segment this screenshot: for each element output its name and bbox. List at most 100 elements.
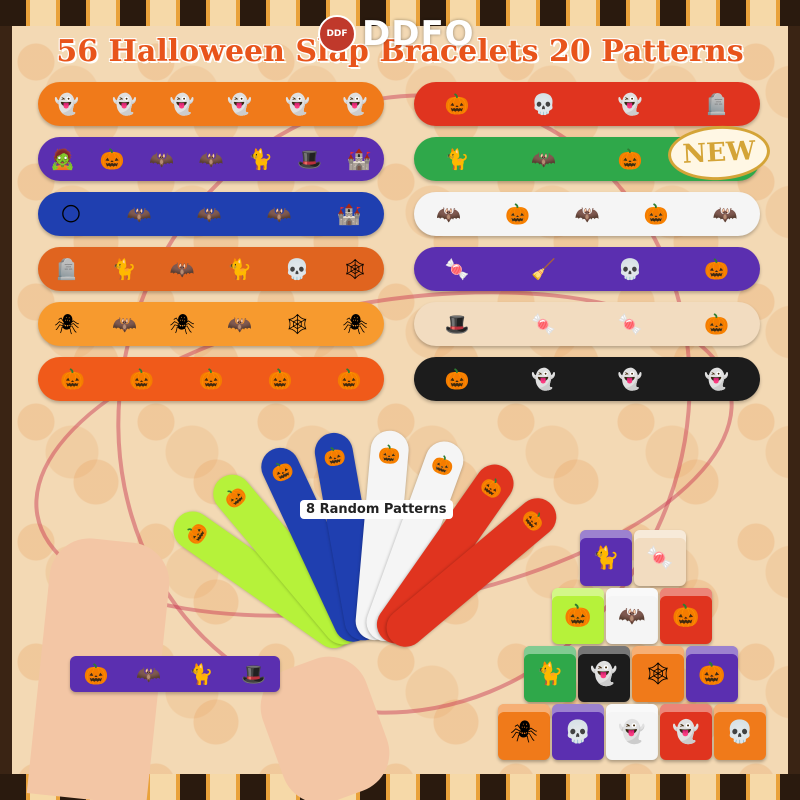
tombstone-icon: 🪦 — [54, 257, 80, 281]
spider-icon: 🕷 — [510, 719, 538, 745]
skull-icon: 💀 — [531, 92, 557, 116]
coiled-bracelet: 👻 — [606, 704, 658, 760]
random-patterns-label: 8 Random Patterns — [300, 500, 453, 519]
broom-icon: 🧹 — [531, 257, 557, 281]
pumpkin-icon: 🎃 — [428, 451, 457, 480]
bat-icon: 🦇 — [169, 257, 195, 281]
witch-hat-icon: 🎩 — [444, 312, 470, 336]
coiled-bracelet: 🕷 — [498, 704, 550, 760]
cat-icon: 🐈 — [536, 661, 564, 687]
ghost-icon: 👻 — [54, 92, 80, 116]
castle-icon: 🏰 — [336, 202, 362, 226]
pumpkin-icon: 🎃 — [505, 202, 531, 226]
skull-icon: 💀 — [726, 719, 754, 745]
worn-bracelet: 🎃 🦇 🐈 🎩 — [70, 656, 280, 692]
left-bracelet: 🕷 🦇 🕷 🦇 🕸 🕷 — [38, 302, 384, 346]
right-bracelet: 🍬 🧹 💀 🎃 — [414, 247, 760, 291]
ghost-icon: 👻 — [227, 92, 253, 116]
castle-icon: 🏰 — [346, 147, 372, 171]
pumpkin-face-icon: 🎃 — [267, 367, 293, 391]
left-border — [0, 26, 12, 774]
bat-icon: 🦇 — [112, 312, 137, 336]
ghost-icon: 👻 — [285, 92, 310, 116]
bat-icon: 🦇 — [531, 147, 557, 171]
witch-hat-icon: 🎩 — [297, 147, 323, 171]
ghost-icon: 👻 — [704, 367, 730, 391]
web-icon: 🕸 — [644, 661, 672, 687]
moon-icon: 🌕 — [60, 202, 82, 226]
coiled-bracelet: 💀 — [552, 704, 604, 760]
coiled-bracelet: 👻 — [578, 646, 630, 702]
spider-icon: 🕷 — [342, 312, 368, 336]
coiled-bracelet: 🕸 — [632, 646, 684, 702]
bat-icon: 🦇 — [136, 662, 162, 686]
cat-icon: 🐈 — [592, 545, 620, 571]
coiled-bracelet: 💀 — [714, 704, 766, 760]
witch-hat-icon: 🎩 — [241, 662, 267, 686]
left-bracelet: 🪦 🐈 🦇 🐈 💀 🕸 — [38, 247, 384, 291]
bat-icon: 🦇 — [196, 202, 222, 226]
pumpkin-face-icon: 🎃 — [444, 367, 470, 391]
spider-icon: 🕷 — [169, 312, 195, 336]
pumpkin-icon: 🎃 — [704, 257, 730, 281]
pumpkin-icon: 🎃 — [672, 603, 700, 629]
coiled-bracelet: 🎃 — [660, 588, 712, 644]
pumpkin-icon: 🎃 — [444, 92, 470, 116]
right-bracelet: 🎩 🍬 🍬 🎃 — [414, 302, 760, 346]
pumpkin-face-icon: 🎃 — [60, 367, 86, 391]
ghost-icon: 👻 — [169, 92, 195, 116]
ghost-icon: 👻 — [112, 92, 137, 116]
right-bracelet: 🎃 💀 👻 🪦 — [414, 82, 760, 126]
bat-icon: 🦇 — [618, 603, 646, 629]
pumpkin-icon: 🎃 — [267, 457, 298, 487]
cat-icon: 🐈 — [247, 147, 273, 171]
ghost-icon: 👻 — [342, 92, 368, 116]
product-image: 56 Halloween Slap Bracelets 20 Patterns … — [0, 0, 800, 800]
pumpkin-face-icon: 🎃 — [198, 367, 224, 391]
coiled-bracelet: 🐈 — [524, 646, 576, 702]
web-icon: 🕸 — [342, 257, 368, 281]
pumpkin-icon: 🎃 — [321, 445, 348, 470]
coiled-bracelet: 🎃 — [552, 588, 604, 644]
ghost-icon: 👻 — [672, 719, 700, 745]
right-bracelet: 🦇 🎃 🦇 🎃 🦇 — [414, 192, 760, 236]
ghost-icon: 👻 — [617, 367, 643, 391]
web-icon: 🕸 — [284, 312, 310, 336]
ghost-icon: 👻 — [531, 367, 557, 391]
pumpkin-face-icon: 🎃 — [698, 661, 726, 687]
brand-logo: DDF DDFO — [318, 14, 475, 54]
skull-icon: 💀 — [617, 257, 643, 281]
candy-icon: 🍬 — [646, 545, 674, 571]
brand-badge: DDF — [318, 15, 356, 53]
pumpkin-face-icon: 🎃 — [129, 367, 155, 391]
coiled-bracelet: 🦇 — [606, 588, 658, 644]
bat-icon: 🦇 — [436, 202, 462, 226]
bat-icon: 🦇 — [227, 312, 253, 336]
coiled-bracelet: 🎃 — [686, 646, 738, 702]
coiled-bracelet: 🍬 — [634, 530, 686, 586]
pumpkin-icon: 🎃 — [643, 202, 669, 226]
coiled-bracelet: 👻 — [660, 704, 712, 760]
ghost-icon: 👻 — [618, 719, 646, 745]
ghost-icon: 👻 — [617, 92, 643, 116]
candy-icon: 🍬 — [617, 312, 643, 336]
pumpkin-icon: 🎃 — [704, 312, 730, 336]
pumpkin-icon: 🎃 — [377, 443, 402, 467]
brand-name: DDFO — [362, 14, 475, 54]
left-bracelet: 🎃 🎃 🎃 🎃 🎃 — [38, 357, 384, 401]
bat-icon: 🦇 — [149, 147, 174, 171]
pumpkin-icon: 🎃 — [99, 147, 125, 171]
left-bracelet: 🧟 🎃 🦇 🦇 🐈 🎩 🏰 — [38, 137, 384, 181]
tombstone-icon: 🪦 — [704, 92, 730, 116]
candy-icon: 🍬 — [444, 257, 470, 281]
bat-icon: 🦇 — [574, 202, 600, 226]
bat-icon: 🦇 — [266, 202, 292, 226]
cat-icon: 🐈 — [111, 257, 137, 281]
bat-icon: 🦇 — [126, 202, 152, 226]
cat-icon: 🐈 — [188, 662, 214, 686]
coiled-bracelet: 🐈 — [580, 530, 632, 586]
cat-icon: 🐈 — [444, 147, 470, 171]
candy-icon: 🍬 — [531, 312, 557, 336]
mummy-icon: 🧟 — [50, 147, 76, 171]
skull-icon: 💀 — [284, 257, 310, 281]
